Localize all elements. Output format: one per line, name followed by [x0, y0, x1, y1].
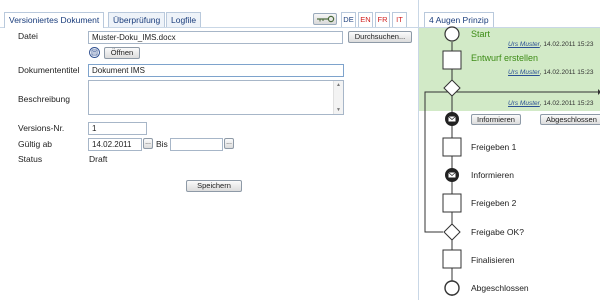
valid-to-label: Bis: [156, 139, 168, 149]
decision-node-1: [443, 79, 461, 97]
status-label: Status: [18, 154, 43, 164]
step-inform-label: Informieren: [471, 170, 514, 180]
step-approve1-label: Freigeben 1: [471, 142, 517, 152]
meta-datetime: , 14.02.2011 15:23: [539, 100, 594, 107]
approve2-node: [442, 193, 462, 213]
title-field[interactable]: Dokument IMS: [88, 64, 344, 77]
step-approval-ok-label: Freigabe OK?: [471, 227, 524, 237]
open-button[interactable]: Öffnen: [104, 47, 140, 59]
valid-to-date-button[interactable]: ...: [224, 138, 234, 149]
step-draft-meta: Urs Muster, 14.02.2011 15:23: [508, 69, 594, 76]
lang-fr[interactable]: FR: [375, 12, 390, 27]
meta-datetime: , 14.02.2011 15:23: [539, 69, 594, 76]
description-scrollbar[interactable]: ▲ ▼: [333, 81, 343, 114]
description-label: Beschreibung: [18, 94, 70, 104]
document-icon: [89, 47, 100, 58]
step-approve2-label: Freigeben 2: [471, 198, 517, 208]
tab-ueberpruefung[interactable]: Überprüfung: [108, 12, 166, 27]
step-start-meta: Urs Muster, 14.02.2011 15:23: [508, 41, 594, 48]
document-tabbar: Versioniertes Dokument Überprüfung Logfi…: [0, 0, 418, 28]
step-draft-label: Entwurf erstellen: [471, 53, 539, 63]
end-node: [444, 280, 460, 296]
save-button[interactable]: Speichern: [186, 180, 242, 192]
valid-from-date-button[interactable]: ...: [143, 138, 153, 149]
start-node: [444, 26, 460, 42]
meta-datetime: , 14.02.2011 15:23: [539, 41, 594, 48]
version-field[interactable]: 1: [88, 122, 147, 135]
meta-user[interactable]: Urs Muster: [508, 69, 540, 76]
datei-label: Datei: [18, 31, 38, 41]
meta-user[interactable]: Urs Muster: [508, 100, 540, 107]
done-button[interactable]: Abgeschlossen: [540, 114, 600, 125]
browse-button[interactable]: Durchsuchen...: [348, 31, 412, 43]
key-button[interactable]: [313, 13, 337, 25]
scroll-up-icon[interactable]: ▲: [334, 81, 343, 89]
description-field[interactable]: ▲ ▼: [88, 80, 344, 115]
valid-from-label: Gültig ab: [18, 139, 53, 149]
title-label: Dokumententitel: [18, 65, 80, 75]
step-start-label: Start: [471, 29, 491, 39]
draft-node: [442, 50, 462, 70]
lang-en[interactable]: EN: [358, 12, 373, 27]
valid-from-field[interactable]: 14.02.2011: [88, 138, 142, 151]
status-value: Draft: [89, 154, 108, 164]
datei-field[interactable]: Muster-Doku_IMS.docx: [88, 31, 343, 44]
step-decision-meta: Urs Muster, 14.02.2011 15:23: [508, 100, 594, 107]
lang-de[interactable]: DE: [341, 12, 356, 27]
step-finalize-label: Finalisieren: [471, 255, 515, 265]
scroll-down-icon[interactable]: ▼: [334, 106, 343, 114]
valid-to-field[interactable]: [170, 138, 223, 151]
meta-user[interactable]: Urs Muster: [508, 41, 540, 48]
inform-button[interactable]: Informieren: [471, 114, 521, 125]
tab-versioniertes-dokument[interactable]: Versioniertes Dokument: [4, 12, 105, 28]
workflow-panel: 4 Augen Prinzip Start Urs Muster, 14.02.…: [418, 0, 600, 300]
key-icon: [317, 15, 335, 23]
approval-ok-decision-node: [443, 223, 461, 241]
approve1-node: [442, 137, 462, 157]
version-label: Versions-Nr.: [18, 123, 65, 133]
step-done-label: Abgeschlossen: [471, 283, 529, 293]
lang-it[interactable]: IT: [392, 12, 407, 27]
finalize-node: [442, 249, 462, 269]
tab-logfile[interactable]: Logfile: [166, 12, 202, 27]
